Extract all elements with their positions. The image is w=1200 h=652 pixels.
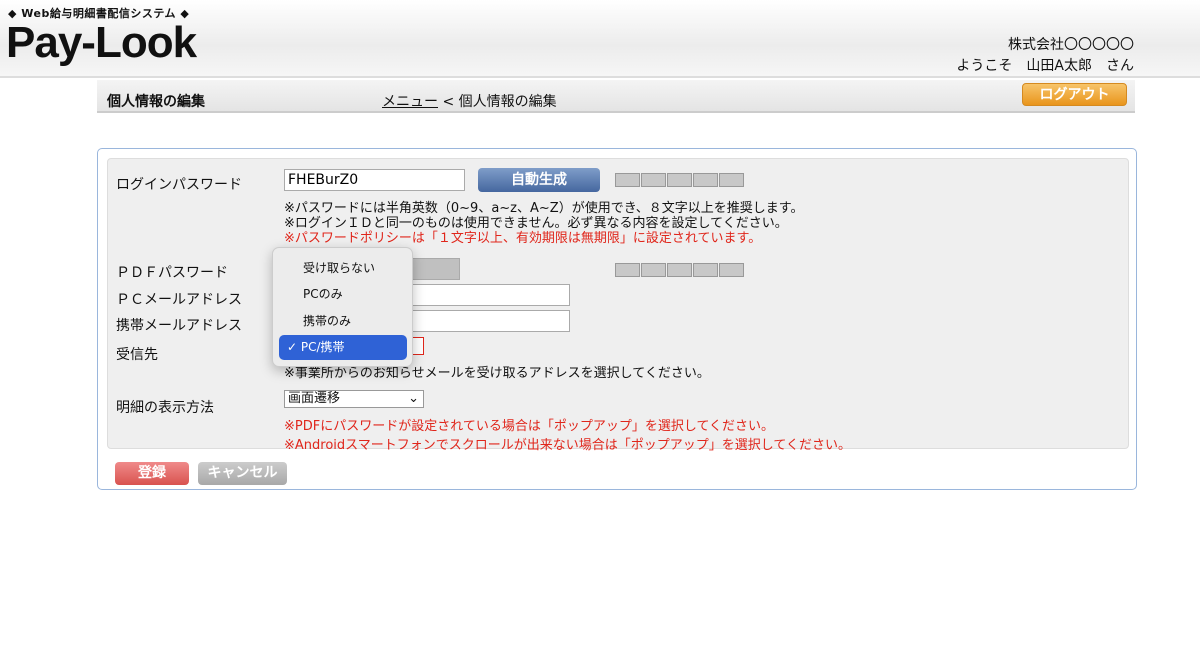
pc-mail-label: ＰＣメールアドレス: [116, 292, 242, 308]
cancel-button[interactable]: キャンセル: [198, 462, 287, 485]
page-title: 個人情報の編集: [107, 94, 205, 110]
auto-generate-button[interactable]: 自動生成: [478, 168, 600, 192]
display-method-select[interactable]: 画面遷移 ⌄: [284, 390, 424, 408]
welcome-text: ようこそ 山田A太郎 さん: [956, 58, 1134, 74]
form-area: ログインパスワード 自動生成 ※パスワードには半角英数（0~9、a~z、A~Z）…: [107, 158, 1129, 453]
header: ◆ Web給与明細書配信システム ◆ Pay-Look 株式会社〇〇〇〇〇 よう…: [0, 0, 1200, 78]
form-panel: ログインパスワード 自動生成 ※パスワードには半角英数（0~9、a~z、A~Z）…: [97, 148, 1137, 490]
breadcrumb-current: 個人情報の編集: [458, 94, 557, 110]
option-pc-only[interactable]: PCのみ: [303, 285, 343, 302]
option-label: PC/携帯: [300, 340, 345, 354]
breadcrumb-menu-link[interactable]: メニュー: [382, 94, 438, 110]
recipient-label: 受信先: [116, 347, 158, 363]
pdf-password-strength-meter: [615, 263, 744, 277]
company-name: 株式会社〇〇〇〇〇: [1008, 37, 1134, 53]
option-mobile-only[interactable]: 携帯のみ: [303, 312, 351, 329]
logout-button[interactable]: ログアウト: [1022, 83, 1127, 106]
pdf-generate-button[interactable]: [408, 258, 460, 280]
breadcrumb-separator: <: [442, 94, 455, 110]
password-strength-meter: [615, 173, 744, 187]
option-pc-mobile[interactable]: ✓ PC/携帯: [279, 335, 407, 360]
pdf-password-label: ＰＤＦパスワード: [116, 265, 228, 281]
login-password-input[interactable]: [284, 169, 465, 191]
option-none[interactable]: 受け取らない: [303, 259, 375, 276]
display-note-2: ※Androidスマートフォンでスクロールが出来ない場合は「ポップアップ」を選択…: [284, 438, 851, 453]
mobile-mail-label: 携帯メールアドレス: [116, 318, 242, 334]
display-method-value: 画面遷移: [288, 391, 341, 406]
recipient-dropdown-menu: 受け取らない PCのみ 携帯のみ ✓ PC/携帯: [272, 247, 413, 367]
display-note-1: ※PDFにパスワードが設定されている場合は「ポップアップ」を選択してください。: [284, 419, 775, 434]
title-bar: 個人情報の編集 メニュー < 個人情報の編集 ログアウト: [97, 80, 1135, 113]
pay-look-logo: Pay-Look: [6, 18, 197, 67]
display-method-label: 明細の表示方法: [116, 400, 214, 416]
breadcrumb: メニュー < 個人情報の編集: [382, 91, 557, 111]
submit-button[interactable]: 登録: [115, 462, 189, 485]
login-password-label: ログインパスワード: [116, 177, 242, 193]
chevron-down-icon: ⌄: [408, 391, 419, 406]
password-policy-note: ※パスワードポリシーは「１文字以上、有効期限は無期限」に設定されています。: [284, 231, 762, 246]
check-icon: ✓: [287, 340, 298, 354]
